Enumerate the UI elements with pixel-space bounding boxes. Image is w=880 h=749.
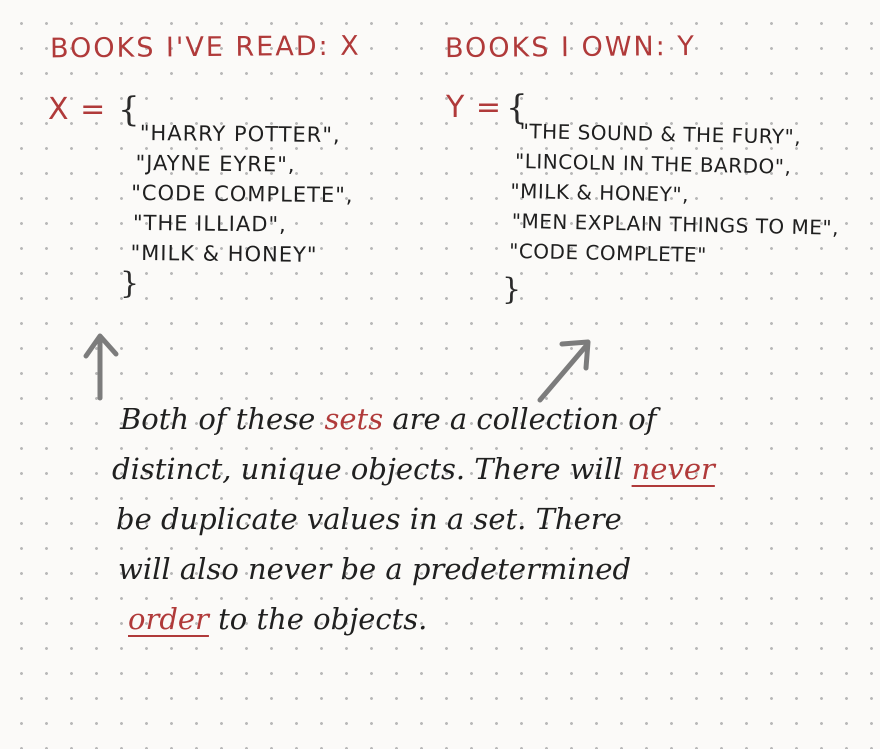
explanation-note: Both of these sets are a collection of d… [112, 394, 760, 644]
set-x-item: "CODE COMPLETE", [131, 180, 354, 208]
note-text: to the objects. [218, 602, 428, 636]
set-x-item: "JAYNE EYRE", [135, 150, 296, 177]
set-x-item: "THE ILLIAD", [132, 210, 287, 237]
note-line: order to the objects. [128, 594, 760, 644]
set-x-label: X = [48, 92, 107, 127]
set-x-close-brace: } [120, 266, 140, 301]
set-y-close-brace: } [502, 272, 522, 307]
set-x-open-brace: { [118, 90, 140, 130]
note-text: will also never be a predetermined [118, 552, 632, 586]
keyword-never: never [631, 452, 715, 486]
note-line: Both of these sets are a collection of [120, 394, 760, 444]
note-text: distinct, unique objects. There will [112, 452, 623, 486]
set-y-label: Y = [446, 90, 502, 125]
note-line: distinct, unique objects. There will nev… [112, 444, 760, 494]
note-text: be duplicate values in a set. There [116, 502, 622, 536]
heading-books-owned: BOOKS I OWN: Y [444, 30, 696, 65]
note-text: are a collection of [392, 402, 657, 436]
set-y-item: "CODE COMPLETE" [508, 238, 708, 267]
set-x-items: "HARRY POTTER", "JAYNE EYRE", "CODE COMP… [130, 118, 362, 270]
set-x-item: "HARRY POTTER", [139, 120, 341, 148]
keyword-sets: sets [324, 402, 384, 436]
set-y-items: "THE SOUND & THE FURY", "LINCOLN IN THE … [509, 116, 847, 273]
heading-books-read: BOOKS I'VE READ: X [49, 30, 361, 65]
note-line: will also never be a predetermined [118, 544, 760, 594]
keyword-order: order [128, 602, 209, 636]
set-x-item: "MILK & HONEY" [130, 240, 318, 267]
note-text: Both of these [120, 402, 316, 436]
note-line: be duplicate values in a set. There [116, 494, 760, 544]
